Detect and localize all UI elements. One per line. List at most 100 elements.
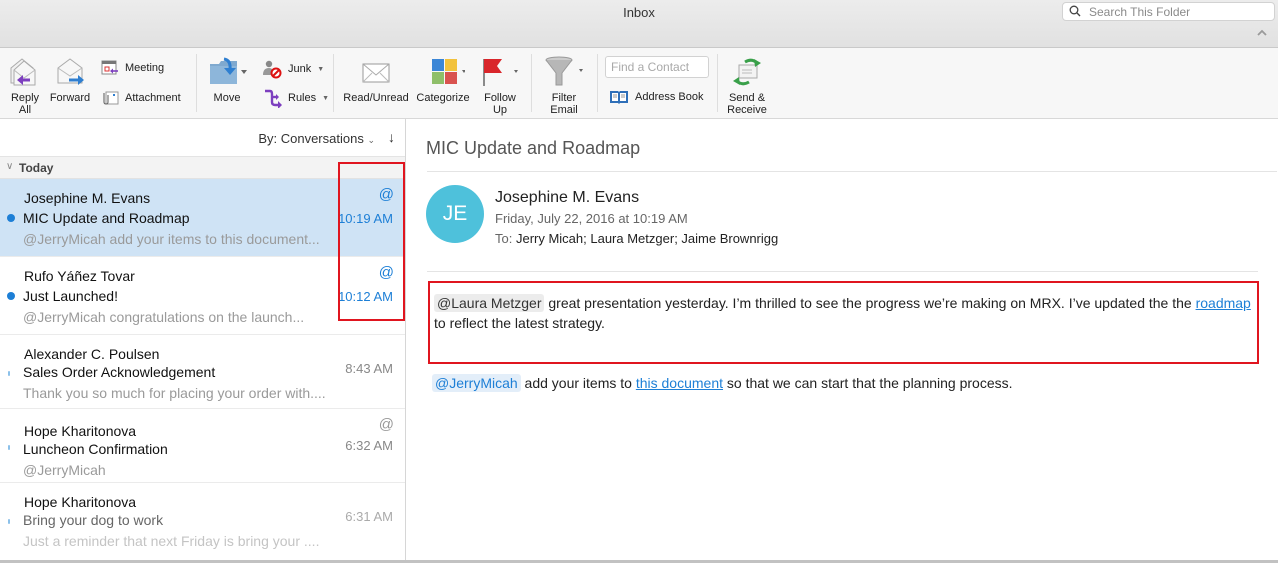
follow-up-label-line2: Up <box>492 104 508 116</box>
email-subject: MIC Update and Roadmap <box>426 138 641 158</box>
message-sender: Hope Kharitonova <box>24 423 137 439</box>
ribbon-separator <box>597 54 598 112</box>
chevron-up-icon <box>1257 29 1267 36</box>
window-bottom-edge <box>0 560 1278 568</box>
message-list-item[interactable]: Alexander C. Poulsen Sales Order Acknowl… <box>0 335 405 409</box>
to-label: To: <box>495 231 513 246</box>
forward-icon <box>57 58 84 85</box>
reply-all-icon <box>10 58 36 86</box>
mention-at-icon: @ <box>378 416 394 433</box>
sender-name[interactable]: Josephine M. Evans <box>495 189 639 207</box>
send-receive-icon <box>733 58 761 86</box>
message-list-item[interactable]: Hope Kharitonova Bring your dog to work … <box>0 483 405 557</box>
title-bar: Inbox <box>0 0 1278 48</box>
body-text: add your items to <box>520 375 636 391</box>
move-button[interactable]: Move <box>207 56 247 104</box>
filter-email-button[interactable]: Filter Email <box>541 56 587 116</box>
read-indicator <box>8 445 10 450</box>
unread-indicator-dot <box>7 292 15 300</box>
follow-up-label-line1: Follow <box>484 92 516 104</box>
message-time: 6:32 AM <box>345 438 393 453</box>
read-unread-label: Read/Unread <box>343 92 409 104</box>
reply-all-button[interactable]: Reply All <box>8 56 42 116</box>
flag-icon <box>483 59 518 86</box>
ribbon-separator <box>717 54 718 112</box>
group-header-today[interactable]: ∨ Today <box>0 157 405 179</box>
message-sender: Rufo Yáñez Tovar <box>24 268 135 284</box>
sort-by-dropdown[interactable]: By: Conversations ⌄ <box>258 131 375 146</box>
sort-direction-arrow-down-icon[interactable]: ↓ <box>388 129 395 145</box>
message-list: By: Conversations ⌄ ↓ ∨ Today Josephine … <box>0 119 406 560</box>
body-paragraph-1: @Laura Metzger great presentation yester… <box>434 293 1254 333</box>
address-book-label: Address Book <box>635 91 704 103</box>
follow-up-button[interactable]: Follow Up <box>478 56 522 116</box>
divider <box>427 171 1277 172</box>
recipients[interactable]: Jerry Micah; Laura Metzger; Jaime Brownr… <box>516 231 778 246</box>
message-subject: MIC Update and Roadmap <box>23 210 190 226</box>
filter-email-label-line2: Email <box>550 104 578 116</box>
forward-label: Forward <box>49 92 91 104</box>
find-contact-input[interactable] <box>606 57 708 77</box>
message-preview: @JerryMicah add your items to this docum… <box>23 231 320 247</box>
envelope-icon <box>362 63 390 83</box>
message-time: 10:19 AM <box>338 211 393 226</box>
read-unread-button[interactable]: Read/Unread <box>342 56 410 104</box>
message-subject: Just Launched! <box>23 288 118 304</box>
ribbon-separator <box>531 54 532 112</box>
mention-laura-metzger[interactable]: @Laura Metzger <box>434 294 545 312</box>
read-indicator <box>8 519 10 524</box>
body-text: to reflect the latest strategy. <box>434 315 605 331</box>
rules-label: Rules <box>288 92 317 104</box>
body-text: so that we can start that the planning p… <box>723 375 1013 391</box>
send-receive-button[interactable]: Send & Receive <box>725 56 769 116</box>
reply-all-label-line1: Reply <box>10 92 40 104</box>
search-box[interactable] <box>1062 2 1275 21</box>
move-folder-icon <box>210 57 247 84</box>
unread-indicator-dot <box>7 214 15 222</box>
junk-button[interactable]: Junk ▼ <box>262 59 324 79</box>
address-book-button[interactable]: Address Book <box>609 89 703 105</box>
mention-at-icon: @ <box>378 264 394 281</box>
search-icon <box>1069 5 1081 17</box>
attachment-button[interactable]: Attachment <box>101 90 181 106</box>
send-receive-label-line1: Send & <box>728 92 766 104</box>
message-list-item[interactable]: Rufo Yáñez Tovar Just Launched! @JerryMi… <box>0 257 405 335</box>
send-receive-label-line2: Receive <box>727 104 767 116</box>
chevron-down-icon: ∨ <box>6 161 14 172</box>
meeting-button[interactable]: Meeting <box>101 60 164 76</box>
body-paragraph-2: @JerryMicah add your items to this docum… <box>432 373 1013 393</box>
sent-date: Friday, July 22, 2016 at 10:19 AM <box>495 211 688 226</box>
group-label: Today <box>19 161 54 175</box>
sender-avatar[interactable]: JE <box>426 185 484 243</box>
forward-button[interactable]: Forward <box>48 56 92 104</box>
mention-jerry-micah[interactable]: @JerryMicah <box>432 374 521 392</box>
find-contact-field[interactable] <box>605 56 709 78</box>
message-sender: Josephine M. Evans <box>24 190 151 206</box>
mention-at-icon: @ <box>378 186 394 203</box>
junk-icon <box>263 60 282 79</box>
this-document-link[interactable]: this document <box>636 375 723 391</box>
ribbon-separator <box>333 54 334 112</box>
message-subject: Bring your dog to work <box>23 512 164 528</box>
chevron-down-icon: ⌄ <box>367 135 375 145</box>
categorize-icon <box>432 59 465 84</box>
divider <box>427 271 1258 272</box>
message-time: 6:31 AM <box>345 509 393 524</box>
categorize-button[interactable]: Categorize <box>414 56 472 104</box>
collapse-ribbon-button[interactable] <box>1255 28 1269 40</box>
message-preview: Thank you so much for placing your order… <box>23 385 326 401</box>
move-label: Move <box>213 92 241 104</box>
sort-bar: By: Conversations ⌄ ↓ <box>0 119 405 157</box>
roadmap-link[interactable]: roadmap <box>1196 295 1251 311</box>
rules-button[interactable]: Rules ▼ <box>262 88 329 108</box>
message-preview: @JerryMicah congratulations on the launc… <box>23 309 305 325</box>
sort-by-label: By: Conversations <box>258 131 364 146</box>
reply-all-label-line2: All <box>18 104 32 116</box>
message-time: 8:43 AM <box>345 361 393 376</box>
junk-dropdown-icon: ▼ <box>317 65 325 73</box>
search-input[interactable] <box>1089 4 1269 20</box>
message-list-item[interactable]: Hope Kharitonova Luncheon Confirmation @… <box>0 409 405 483</box>
rules-dropdown-icon: ▼ <box>322 94 330 102</box>
message-list-item[interactable]: Josephine M. Evans MIC Update and Roadma… <box>0 179 405 257</box>
filter-funnel-icon <box>545 56 583 86</box>
